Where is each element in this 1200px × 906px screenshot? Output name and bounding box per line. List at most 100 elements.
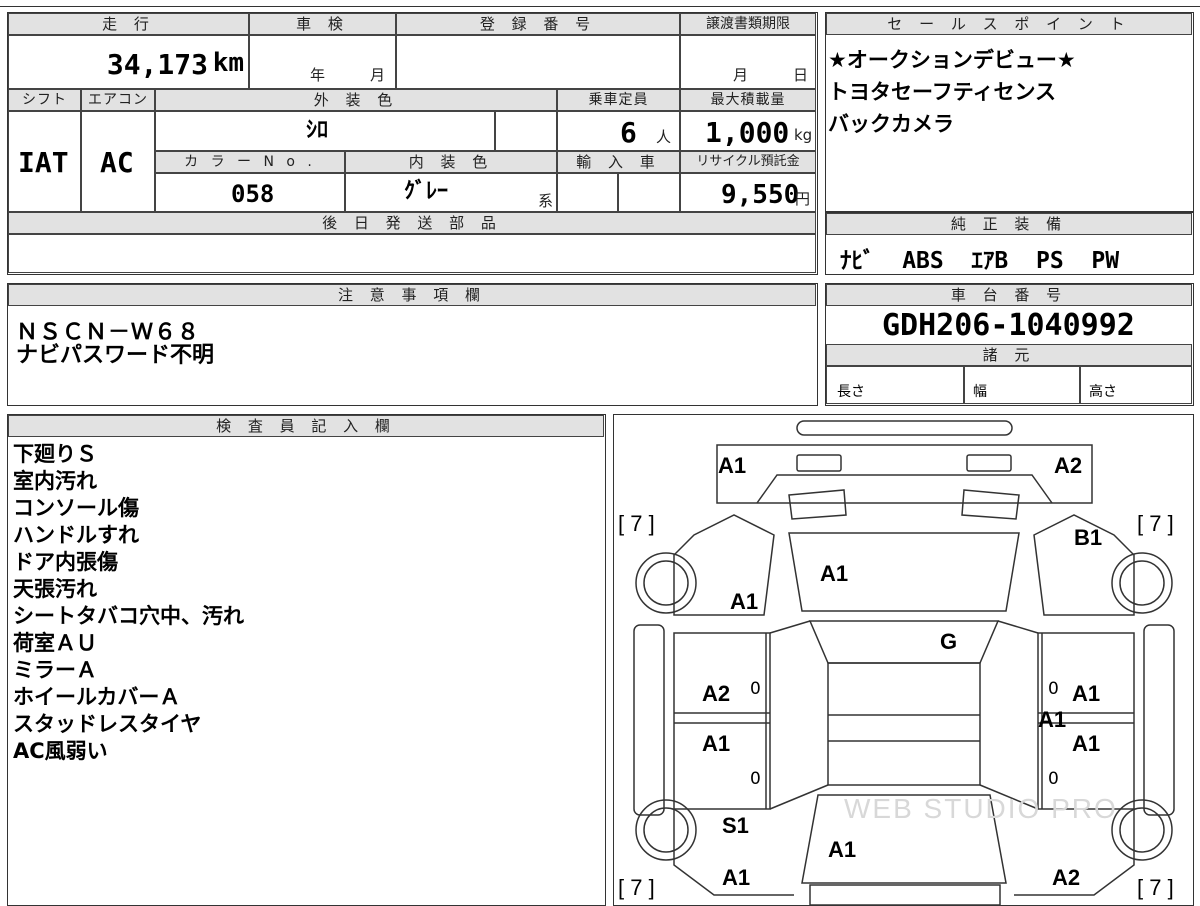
chassis-header: 車 台 番 号 <box>826 284 1192 306</box>
chassis-number: GDH206-1040992 <box>882 308 1135 343</box>
interior-color-cell: ｸﾞﾚｰ 系 <box>345 173 557 212</box>
inspector-line: ハンドルすれ <box>13 523 139 547</box>
shift-header: シフト <box>8 89 81 111</box>
capacity-unit: 人 <box>656 128 672 146</box>
top-strip <box>0 0 1200 7</box>
damage-roof-rear: A1 <box>828 837 857 862</box>
sales-point-line-2: トヨタセーフティセンス <box>828 80 1057 104</box>
inspection-cell: 年 月 <box>249 35 396 89</box>
genuine-equipment-box: 純 正 装 備 ﾅﾋﾞ ABS ｴｱB PS PW <box>825 212 1194 275</box>
capacity-value: 6 <box>620 116 637 149</box>
mileage-header: 走 行 <box>8 13 249 35</box>
sales-point-line-1: ★オークションデビュー★ <box>828 48 1076 72</box>
mileage-cell: 34,173 km <box>8 35 249 89</box>
damage-fender-left: A1 <box>730 589 759 614</box>
interior-color-suffix: 系 <box>538 192 554 210</box>
sales-point-line-3: バックカメラ <box>828 112 954 136</box>
inspector-box: 検 査 員 記 入 欄 下廻りＳ 室内汚れ コンソール傷 ハンドルすれ ドア内張… <box>7 414 606 906</box>
import-cell-a <box>557 173 618 212</box>
door-fr-zero: 0 <box>1048 679 1059 699</box>
recycle-fee-unit: 円 <box>795 190 811 208</box>
import-header: 輸 入 車 <box>557 151 680 173</box>
exterior-color-header: 外 装 色 <box>155 89 557 111</box>
deadline-month: 月 <box>733 66 749 84</box>
car-outline <box>633 420 1175 905</box>
max-load-value: 1,000 <box>705 116 790 149</box>
genuine-equipment-value: ﾅﾋﾞ ABS ｴｱB PS PW <box>840 248 1120 274</box>
specs-header: 諸 元 <box>826 344 1192 366</box>
tire-tread-front-left: [ 7 ] <box>618 511 655 536</box>
recycle-fee-value: 9,550 <box>721 180 800 210</box>
inspector-line: 下廻りＳ <box>13 442 97 466</box>
inspector-line: ミラーＡ <box>13 658 97 682</box>
tire-tread-rear-right: [ 7 ] <box>1137 875 1174 900</box>
deadline-day: 日 <box>793 66 809 84</box>
sales-point-header: セ ー ル ス ポ イ ン ト <box>826 13 1192 35</box>
aircon-value: AC <box>100 146 134 179</box>
inspector-line: スタッドレスタイヤ <box>13 712 202 736</box>
recycle-fee-header: リサイクル預託金 <box>680 151 816 173</box>
aircon-header: エアコン <box>81 89 155 111</box>
notes-line-2: ナビパスワード不明 <box>16 343 215 368</box>
notes-header: 注 意 事 項 欄 <box>8 284 816 306</box>
interior-color-header: 内 装 色 <box>345 151 557 173</box>
damage-fender-right: B1 <box>1074 525 1103 550</box>
damage-door-rear-left: A1 <box>702 731 731 756</box>
damage-hood: A1 <box>820 561 849 586</box>
spec-height-label: 高さ <box>1089 384 1117 400</box>
color-no-cell: 058 <box>155 173 345 212</box>
capacity-cell: 6 人 <box>557 111 680 151</box>
color-no-header: カ ラ ー N o . <box>155 151 345 173</box>
inspector-header: 検 査 員 記 入 欄 <box>8 415 604 437</box>
inspector-line: 荷室ＡＵ <box>13 631 97 655</box>
damage-diagram-box: WEB STUDIO PRO [ 7 ] [ 7 ] [ 7 ] [ 7 ] A… <box>613 414 1194 906</box>
spec-width-label: 幅 <box>973 384 987 400</box>
door-fl-zero: 0 <box>750 679 761 699</box>
max-load-header: 最大積載量 <box>680 89 816 111</box>
inspector-line: ドア内張傷 <box>13 550 118 574</box>
exterior-color-cell: ｼﾛ <box>155 111 495 151</box>
inspector-line: AC風弱い <box>13 739 108 763</box>
registration-cell <box>396 35 680 89</box>
door-rr-zero: 0 <box>1048 769 1059 789</box>
damage-pillar-right: A1 <box>1038 707 1067 732</box>
inspector-line: 室内汚れ <box>13 469 97 493</box>
tire-tread-rear-left: [ 7 ] <box>618 875 655 900</box>
mileage-unit: km <box>212 48 244 78</box>
shift-cell: IAT <box>8 111 81 212</box>
mileage-value: 34,173 <box>106 48 208 81</box>
damage-quarter-left: S1 <box>722 813 749 838</box>
inspection-header: 車 検 <box>249 13 396 35</box>
damage-door-front-right: A1 <box>1072 681 1101 706</box>
color-no-value: 058 <box>231 180 275 208</box>
genuine-equipment-header: 純 正 装 備 <box>826 213 1192 235</box>
door-rl-zero: 0 <box>750 769 761 789</box>
inspector-line: コンソール傷 <box>13 496 139 520</box>
shift-value: IAT <box>18 146 69 179</box>
inspector-line: ホイールカバーＡ <box>13 685 181 709</box>
damage-door-rear-right: A1 <box>1072 731 1101 756</box>
exterior-color-extra-cell <box>495 111 557 151</box>
spec-width-cell: 幅 <box>964 366 1080 404</box>
vehicle-info-table: 走 行 車 検 登 録 番 号 譲渡書類期限 34,173 km 年 月 月 日… <box>7 12 818 275</box>
interior-color-value: ｸﾞﾚｰ <box>404 179 449 204</box>
damage-front-left: A1 <box>718 453 747 478</box>
later-parts-cell <box>8 234 816 273</box>
tire-tread-front-right: [ 7 ] <box>1137 511 1174 536</box>
notes-box: 注 意 事 項 欄 ＮＳＣＮ－Ｗ６８ ナビパスワード不明 <box>7 283 818 406</box>
capacity-header: 乗車定員 <box>557 89 680 111</box>
inspector-list: 下廻りＳ 室内汚れ コンソール傷 ハンドルすれ ドア内張傷 天張汚れ シートタバ… <box>13 441 244 765</box>
exterior-color-value: ｼﾛ <box>306 118 329 143</box>
damage-door-front-left: A2 <box>702 681 731 706</box>
recycle-fee-cell: 9,550 円 <box>680 173 816 212</box>
sales-point-box: セ ー ル ス ポ イ ン ト ★オークションデビュー★ トヨタセーフティセンス… <box>825 12 1194 212</box>
inspection-year: 年 <box>310 66 326 84</box>
diagram-watermark: WEB STUDIO PRO <box>844 793 1118 824</box>
import-cell-b <box>618 173 680 212</box>
spec-length-label: 長さ <box>837 384 865 400</box>
damage-rear-right: A2 <box>1052 865 1081 890</box>
max-load-unit: kg <box>794 126 813 144</box>
damage-front-right: A2 <box>1054 453 1083 478</box>
spec-length-cell: 長さ <box>826 366 964 404</box>
inspector-line: 天張汚れ <box>13 577 97 601</box>
